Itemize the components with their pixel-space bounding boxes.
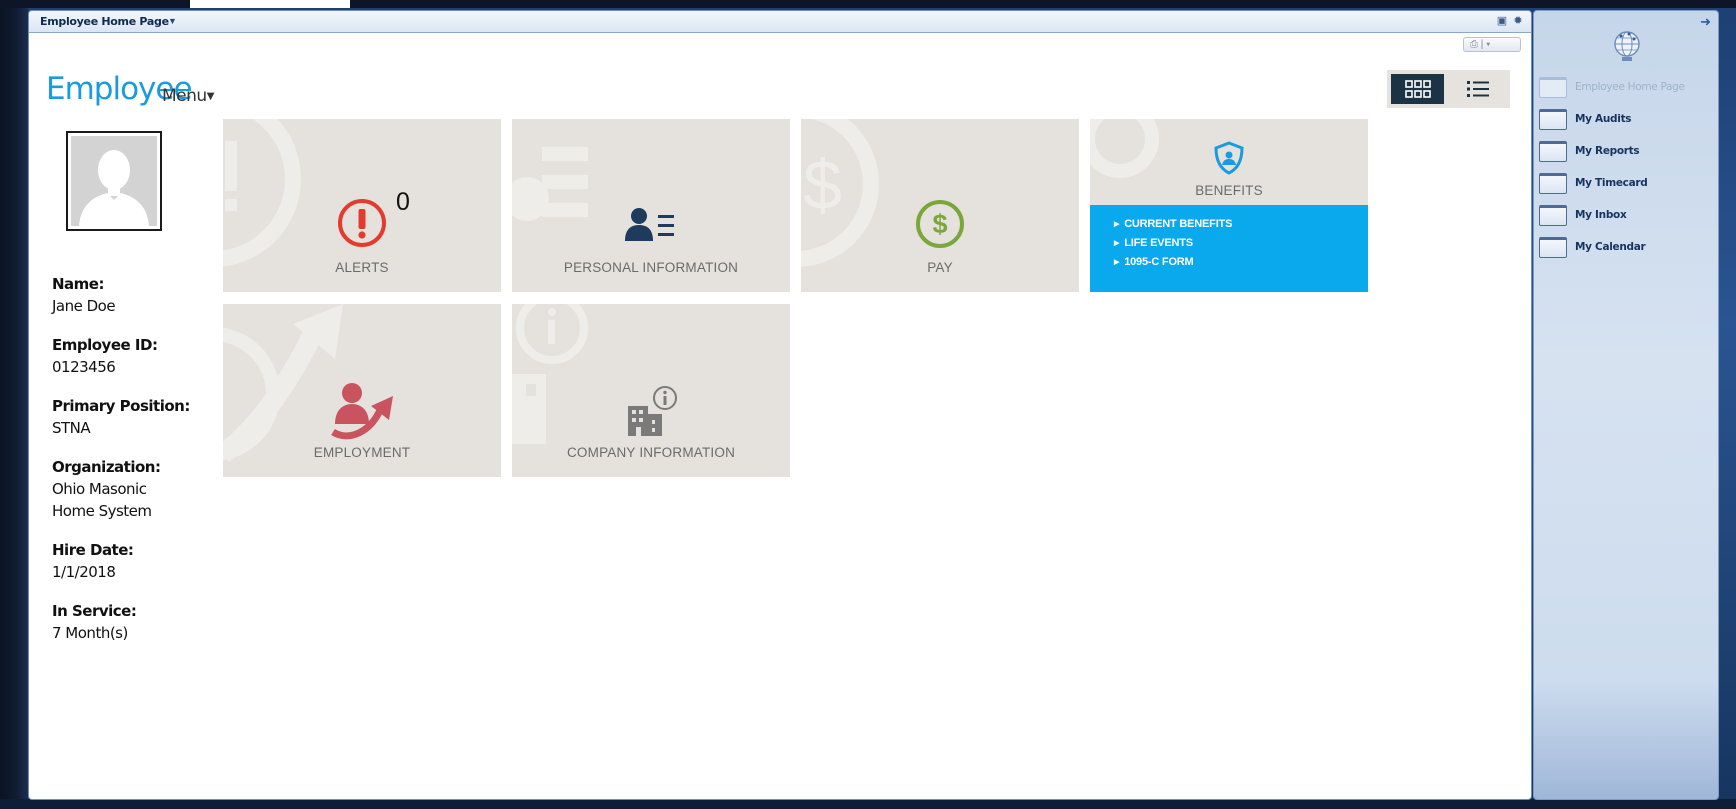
profile-field-hire-date: Hire Date: 1/1/2018 (52, 539, 212, 583)
window-icon (1539, 237, 1567, 258)
window-title[interactable]: Employee Home Page (40, 15, 169, 28)
settings-icon[interactable]: ✹ (1511, 15, 1525, 28)
tile-label: PAY (927, 260, 953, 275)
window-icon (1539, 141, 1567, 162)
svg-text:$: $ (803, 146, 842, 224)
triangle-right-icon: ▶ (1114, 259, 1120, 266)
sidebar-item-label: My Inbox (1575, 209, 1627, 221)
field-value: Ohio Masonic Home System (52, 480, 152, 520)
profile-field-employee-id: Employee ID: 0123456 (52, 334, 212, 378)
grid-view-button[interactable] (1391, 74, 1444, 104)
field-label: Employee ID: (52, 336, 158, 354)
list-view-button[interactable] (1450, 74, 1506, 104)
field-value: Jane Doe (52, 297, 116, 315)
desktop-bottom-edge (0, 799, 1736, 809)
tile-personal-information[interactable]: PERSONAL INFORMATION (512, 119, 790, 292)
sidebar-item-employee-home-page[interactable]: Employee Home Page (1539, 77, 1715, 99)
tile-alerts[interactable]: 0 ALERTS (223, 119, 501, 292)
desktop-edge (0, 0, 28, 809)
link-life-events[interactable]: ▶ LIFE EVENTS (1114, 234, 1368, 253)
profile-field-position: Primary Position: STNA (52, 395, 212, 439)
dollar-icon: $ (916, 200, 964, 248)
caret-down-icon: ▼ (206, 91, 215, 102)
desktop-top-gap (190, 0, 350, 8)
grid-icon (1404, 80, 1431, 98)
tile-benefits[interactable]: BENEFITS ▶ CURRENT BENEFITS ▶ LIFE EVENTS … (1090, 119, 1368, 292)
sidebar-item-label: Employee Home Page (1575, 81, 1685, 93)
profile-details: Name: Jane Doe Employee ID: 0123456 Prim… (52, 273, 212, 661)
window-icon (1539, 205, 1567, 226)
alert-icon (338, 199, 386, 247)
person-growth-icon (331, 383, 393, 440)
side-panel: ➜ Employee Home Page My Audits My Report… (1533, 10, 1719, 800)
link-label: CURRENT BENEFITS (1124, 218, 1233, 230)
sidebar-item-label: My Reports (1575, 145, 1640, 157)
field-label: In Service: (52, 602, 137, 620)
avatar-silhouette (71, 136, 157, 226)
field-value: STNA (52, 419, 91, 437)
sidebar-item-my-timecard[interactable]: My Timecard (1539, 173, 1715, 195)
window-titlebar: Employee Home Page ▼ ▣ ✹ (29, 11, 1531, 33)
link-label: 1095-C FORM (1124, 256, 1194, 268)
link-current-benefits[interactable]: ▶ CURRENT BENEFITS (1114, 215, 1368, 234)
field-label: Name: (52, 275, 104, 293)
tile-label: ALERTS (335, 260, 389, 275)
field-label: Hire Date: (52, 541, 134, 559)
person-card-icon (625, 208, 674, 241)
globe-logo-icon (1614, 31, 1640, 61)
link-label: LIFE EVENTS (1124, 237, 1193, 249)
field-label: Primary Position: (52, 397, 190, 415)
person-silhouette-icon (79, 150, 149, 226)
title-dropdown-icon[interactable]: ▼ (168, 16, 177, 26)
tile-label: COMPANY INFORMATION (566, 445, 736, 460)
window-icon (1539, 173, 1567, 194)
tile-label: PERSONAL INFORMATION (563, 260, 739, 275)
sidebar-item-label: My Audits (1575, 113, 1632, 125)
tile-label: EMPLOYMENT (313, 445, 411, 460)
print-button[interactable]: ⎙ | ▾ (1463, 37, 1521, 52)
maximize-icon[interactable]: ▣ (1495, 15, 1509, 28)
profile-field-name: Name: Jane Doe (52, 273, 212, 317)
field-value: 7 Month(s) (52, 624, 128, 642)
tile-company-information[interactable]: COMPANY INFORMATION (512, 304, 790, 477)
arrow-right-icon[interactable]: ➜ (1700, 14, 1711, 30)
window-icon (1539, 109, 1567, 130)
profile-field-in-service: In Service: 7 Month(s) (52, 600, 212, 644)
link-1095c-form[interactable]: ▶ 1095-C FORM (1114, 253, 1368, 272)
shield-icon (1214, 141, 1244, 175)
triangle-right-icon: ▶ (1114, 221, 1120, 228)
window-icon (1539, 77, 1567, 98)
field-label: Organization: (52, 458, 161, 476)
sidebar-item-my-inbox[interactable]: My Inbox (1539, 205, 1715, 227)
menu-dropdown[interactable]: Menu▼ (162, 86, 214, 106)
triangle-right-icon: ▶ (1114, 240, 1120, 247)
sidebar-item-my-calendar[interactable]: My Calendar (1539, 237, 1715, 259)
main-window: Employee Home Page ▼ ▣ ✹ ⎙ | ▾ Employee … (28, 10, 1532, 800)
tile-pay[interactable]: $ $ PAY (801, 119, 1079, 292)
sidebar-item-label: My Timecard (1575, 177, 1648, 189)
building-info-icon (628, 386, 677, 436)
profile-field-organization: Organization: Ohio Masonic Home System (52, 456, 212, 522)
benefits-links: ▶ CURRENT BENEFITS ▶ LIFE EVENTS ▶ 1095-C F… (1090, 205, 1368, 292)
benefits-header: BENEFITS (1090, 119, 1368, 205)
field-value: 1/1/2018 (52, 563, 116, 581)
sidebar-item-my-audits[interactable]: My Audits (1539, 109, 1715, 131)
avatar (66, 131, 162, 231)
menu-label: Menu (162, 86, 207, 106)
svg-text:$: $ (932, 209, 947, 239)
field-value: 0123456 (52, 358, 116, 376)
list-icon (1467, 81, 1489, 97)
view-toggle (1387, 70, 1510, 108)
sidebar-item-label: My Calendar (1575, 241, 1646, 253)
tile-label: BENEFITS (1195, 183, 1263, 198)
alert-count: 0 (396, 188, 410, 216)
tile-employment[interactable]: EMPLOYMENT (223, 304, 501, 477)
sidebar-item-my-reports[interactable]: My Reports (1539, 141, 1715, 163)
